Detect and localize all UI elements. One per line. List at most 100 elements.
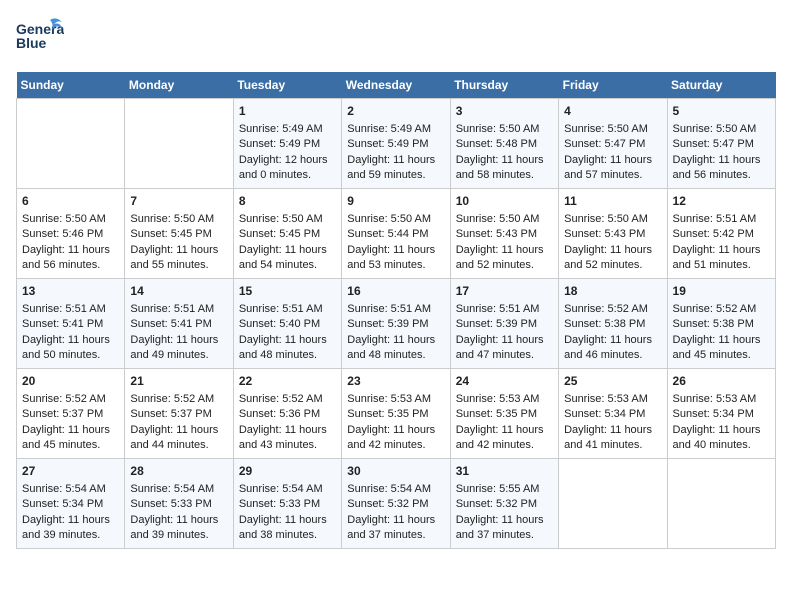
day-info: Sunset: 5:32 PM — [347, 497, 444, 512]
day-info: Daylight: 11 hours — [456, 513, 553, 528]
day-info: and 52 minutes. — [456, 258, 553, 273]
day-info: Sunset: 5:42 PM — [673, 227, 770, 242]
day-header-sunday: Sunday — [17, 72, 125, 99]
day-info: Sunrise: 5:49 AM — [239, 122, 336, 137]
calendar-week-1: 1Sunrise: 5:49 AMSunset: 5:49 PMDaylight… — [17, 99, 776, 189]
day-info: Sunset: 5:33 PM — [239, 497, 336, 512]
day-info: Sunset: 5:44 PM — [347, 227, 444, 242]
day-info: Daylight: 11 hours — [239, 243, 336, 258]
day-info: Sunset: 5:40 PM — [239, 317, 336, 332]
day-info: Sunrise: 5:51 AM — [673, 212, 770, 227]
day-info: Daylight: 11 hours — [22, 333, 119, 348]
day-info: Sunrise: 5:54 AM — [22, 482, 119, 497]
day-number: 9 — [347, 193, 444, 210]
day-info: Sunset: 5:43 PM — [564, 227, 661, 242]
calendar-week-2: 6Sunrise: 5:50 AMSunset: 5:46 PMDaylight… — [17, 189, 776, 279]
calendar-cell: 4Sunrise: 5:50 AMSunset: 5:47 PMDaylight… — [559, 99, 667, 189]
day-info: and 58 minutes. — [456, 168, 553, 183]
day-info: Daylight: 11 hours — [673, 423, 770, 438]
day-number: 1 — [239, 103, 336, 120]
calendar-cell: 22Sunrise: 5:52 AMSunset: 5:36 PMDayligh… — [233, 369, 341, 459]
day-number: 27 — [22, 463, 119, 480]
calendar-cell: 7Sunrise: 5:50 AMSunset: 5:45 PMDaylight… — [125, 189, 233, 279]
day-info: Sunset: 5:45 PM — [239, 227, 336, 242]
svg-text:Blue: Blue — [16, 35, 47, 51]
day-number: 29 — [239, 463, 336, 480]
day-info: and 52 minutes. — [564, 258, 661, 273]
day-info: Sunrise: 5:53 AM — [673, 392, 770, 407]
calendar-cell: 11Sunrise: 5:50 AMSunset: 5:43 PMDayligh… — [559, 189, 667, 279]
day-info: Sunrise: 5:50 AM — [564, 122, 661, 137]
calendar-cell: 14Sunrise: 5:51 AMSunset: 5:41 PMDayligh… — [125, 279, 233, 369]
day-info: Sunset: 5:34 PM — [564, 407, 661, 422]
day-header-tuesday: Tuesday — [233, 72, 341, 99]
calendar-cell: 31Sunrise: 5:55 AMSunset: 5:32 PMDayligh… — [450, 459, 558, 549]
calendar-cell: 24Sunrise: 5:53 AMSunset: 5:35 PMDayligh… — [450, 369, 558, 459]
day-number: 2 — [347, 103, 444, 120]
day-info: Sunrise: 5:50 AM — [456, 122, 553, 137]
day-info: and 39 minutes. — [22, 528, 119, 543]
calendar-cell: 20Sunrise: 5:52 AMSunset: 5:37 PMDayligh… — [17, 369, 125, 459]
calendar-week-3: 13Sunrise: 5:51 AMSunset: 5:41 PMDayligh… — [17, 279, 776, 369]
day-number: 12 — [673, 193, 770, 210]
day-info: Sunrise: 5:53 AM — [564, 392, 661, 407]
day-info: Sunrise: 5:53 AM — [456, 392, 553, 407]
calendar-cell: 6Sunrise: 5:50 AMSunset: 5:46 PMDaylight… — [17, 189, 125, 279]
day-info: and 48 minutes. — [239, 348, 336, 363]
day-number: 31 — [456, 463, 553, 480]
day-number: 18 — [564, 283, 661, 300]
calendar-cell — [17, 99, 125, 189]
day-number: 19 — [673, 283, 770, 300]
day-info: and 39 minutes. — [130, 528, 227, 543]
day-info: Daylight: 11 hours — [456, 333, 553, 348]
day-info: and 42 minutes. — [347, 438, 444, 453]
day-info: Daylight: 11 hours — [564, 153, 661, 168]
day-number: 23 — [347, 373, 444, 390]
day-info: and 40 minutes. — [673, 438, 770, 453]
day-number: 15 — [239, 283, 336, 300]
day-info: Daylight: 11 hours — [456, 153, 553, 168]
day-info: Sunrise: 5:50 AM — [456, 212, 553, 227]
day-info: Daylight: 11 hours — [564, 243, 661, 258]
day-info: Sunrise: 5:54 AM — [130, 482, 227, 497]
day-info: Sunrise: 5:50 AM — [239, 212, 336, 227]
day-info: and 59 minutes. — [347, 168, 444, 183]
day-info: Daylight: 11 hours — [347, 153, 444, 168]
day-info: Sunset: 5:48 PM — [456, 137, 553, 152]
day-info: Sunset: 5:41 PM — [22, 317, 119, 332]
day-info: Sunrise: 5:51 AM — [22, 302, 119, 317]
calendar-cell: 21Sunrise: 5:52 AMSunset: 5:37 PMDayligh… — [125, 369, 233, 459]
logo-icon: General Blue — [16, 16, 64, 60]
day-info: Daylight: 11 hours — [130, 513, 227, 528]
day-number: 8 — [239, 193, 336, 210]
day-info: and 57 minutes. — [564, 168, 661, 183]
day-info: Daylight: 11 hours — [22, 243, 119, 258]
day-info: Sunrise: 5:51 AM — [347, 302, 444, 317]
day-number: 28 — [130, 463, 227, 480]
day-info: Sunrise: 5:53 AM — [347, 392, 444, 407]
calendar-cell: 10Sunrise: 5:50 AMSunset: 5:43 PMDayligh… — [450, 189, 558, 279]
day-info: Daylight: 11 hours — [130, 333, 227, 348]
day-info: and 0 minutes. — [239, 168, 336, 183]
day-number: 17 — [456, 283, 553, 300]
day-info: Sunset: 5:39 PM — [456, 317, 553, 332]
day-info: Sunset: 5:33 PM — [130, 497, 227, 512]
calendar-cell: 13Sunrise: 5:51 AMSunset: 5:41 PMDayligh… — [17, 279, 125, 369]
calendar-cell — [667, 459, 775, 549]
day-info: Sunset: 5:39 PM — [347, 317, 444, 332]
day-info: Daylight: 11 hours — [130, 243, 227, 258]
day-info: and 37 minutes. — [456, 528, 553, 543]
day-info: Sunset: 5:35 PM — [347, 407, 444, 422]
day-info: and 56 minutes. — [673, 168, 770, 183]
day-number: 20 — [22, 373, 119, 390]
calendar-cell: 2Sunrise: 5:49 AMSunset: 5:49 PMDaylight… — [342, 99, 450, 189]
day-info: Sunrise: 5:52 AM — [22, 392, 119, 407]
calendar-cell: 1Sunrise: 5:49 AMSunset: 5:49 PMDaylight… — [233, 99, 341, 189]
day-info: and 50 minutes. — [22, 348, 119, 363]
calendar-cell: 29Sunrise: 5:54 AMSunset: 5:33 PMDayligh… — [233, 459, 341, 549]
day-info: Daylight: 11 hours — [347, 243, 444, 258]
day-info: Sunrise: 5:52 AM — [239, 392, 336, 407]
day-info: Sunrise: 5:50 AM — [564, 212, 661, 227]
day-info: Sunrise: 5:54 AM — [347, 482, 444, 497]
calendar-cell: 9Sunrise: 5:50 AMSunset: 5:44 PMDaylight… — [342, 189, 450, 279]
